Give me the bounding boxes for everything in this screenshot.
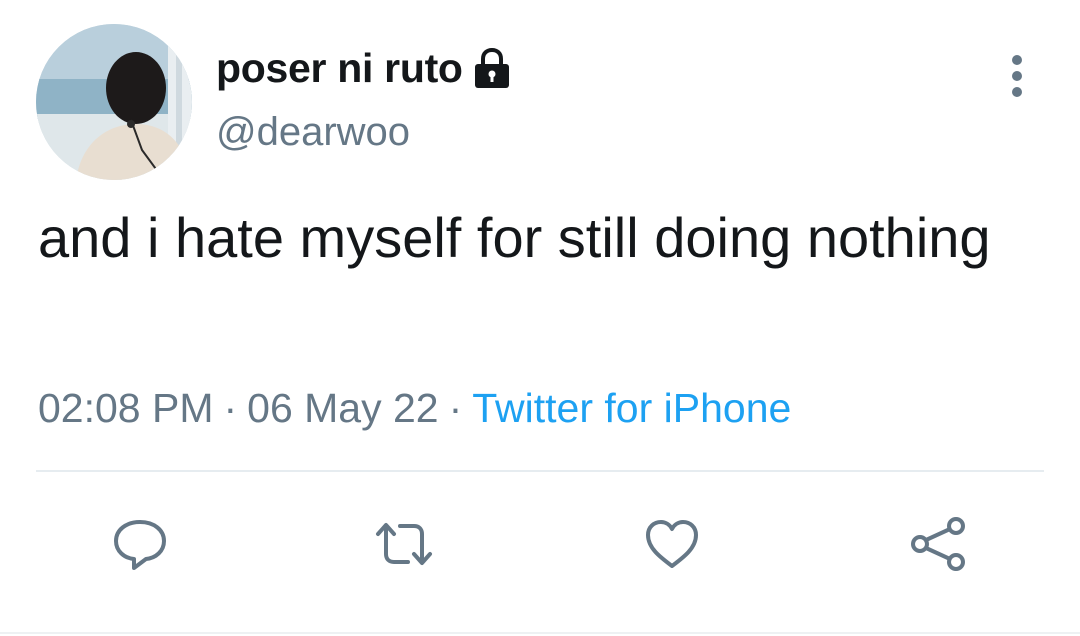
more-vertical-icon[interactable]: [1004, 52, 1030, 102]
tweet-date[interactable]: 06 May 22: [247, 385, 438, 431]
reply-button[interactable]: [108, 512, 172, 576]
avatar[interactable]: [36, 24, 192, 180]
bottom-divider: [0, 632, 1080, 634]
avatar-image: [36, 24, 192, 180]
tweet-time: 02:08 PM: [38, 385, 214, 431]
share-icon: [911, 517, 965, 571]
tweet-source-link[interactable]: Twitter for iPhone: [472, 385, 791, 431]
display-name[interactable]: poser ni ruto: [216, 45, 463, 92]
tweet-text: and i hate myself for still doing nothin…: [38, 206, 991, 269]
like-button[interactable]: [640, 512, 704, 576]
meta-separator: ·: [223, 385, 238, 431]
tweet-meta: 02:08 PM · 06 May 22 · Twitter for iPhone: [38, 385, 791, 432]
share-button[interactable]: [906, 512, 970, 576]
meta-separator: ·: [448, 385, 463, 431]
user-handle[interactable]: @dearwoo: [216, 110, 410, 155]
lock-icon: [473, 47, 511, 89]
tweet-card: poser ni ruto @dearwoo and i hate myself…: [0, 0, 1080, 636]
retweet-icon: [376, 523, 432, 565]
retweet-button[interactable]: [372, 512, 436, 576]
heart-icon: [646, 520, 698, 568]
comment-icon: [114, 520, 166, 570]
display-name-row: poser ni ruto: [216, 40, 511, 96]
divider: [36, 470, 1044, 472]
